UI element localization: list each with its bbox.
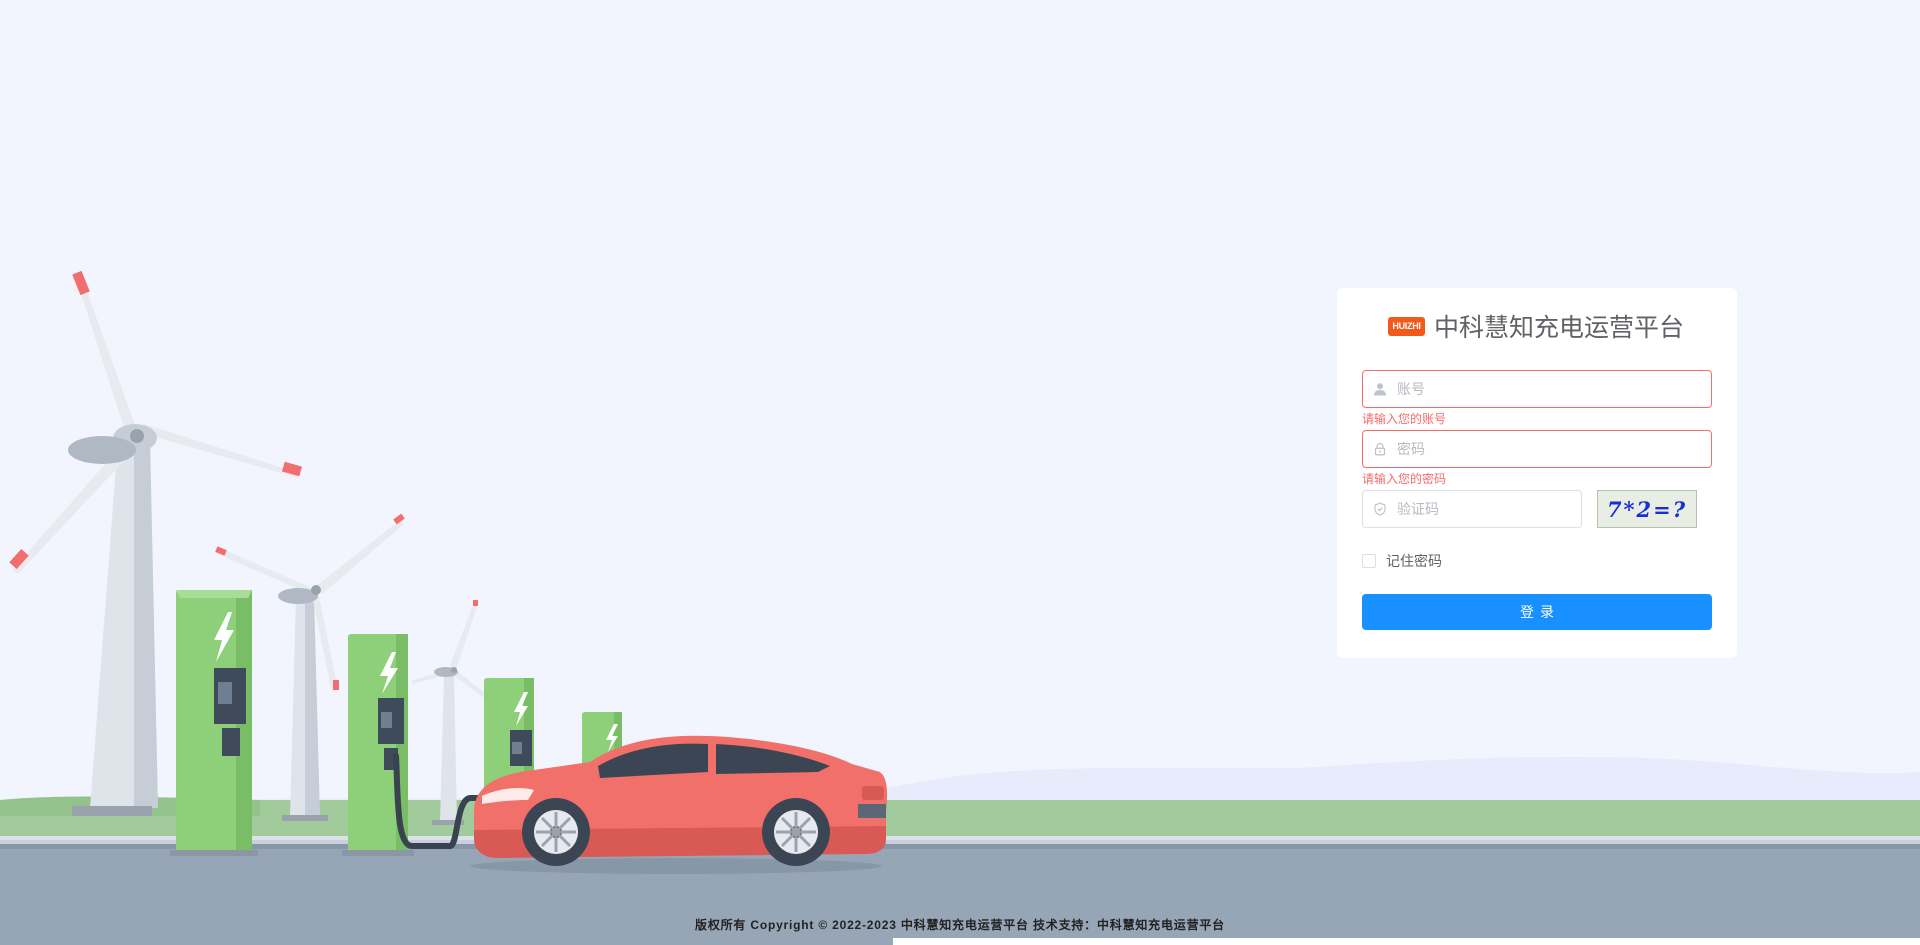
captcha-field[interactable] [1362,490,1582,528]
shield-icon [1363,491,1397,527]
account-field[interactable] [1362,370,1712,408]
password-input[interactable] [1397,432,1711,466]
remember-label: 记住密码 [1386,553,1442,569]
account-input[interactable] [1397,372,1711,406]
wind-turbine-large [9,270,303,816]
remember-checkbox[interactable] [1362,554,1376,568]
charging-station-1 [170,590,258,856]
captcha-image[interactable]: 7*2=? [1597,490,1697,528]
login-card: HUIZHI 中科慧知充电运营平台 请输入您的账号 请输入您的密码 7*2=? [1337,288,1737,658]
password-field[interactable] [1362,430,1712,468]
password-error: 请输入您的密码 [1362,472,1447,486]
copyright-footer: 版权所有 Copyright © 2022-2023 中科慧知充电运营平台 技术… [695,918,1225,932]
captcha-input[interactable] [1397,492,1581,526]
login-page: HUIZHI 中科慧知充电运营平台 请输入您的账号 请输入您的密码 7*2=? [0,0,1920,945]
brand-header: HUIZHI 中科慧知充电运营平台 [1388,308,1684,344]
page-title: 中科慧知充电运营平台 [1434,314,1685,342]
footer-strip [893,938,1920,945]
charging-station-2 [342,634,414,856]
lock-icon [1363,431,1397,467]
user-icon [1363,371,1397,407]
brand-logo: HUIZHI [1388,316,1425,336]
login-button[interactable]: 登录 [1362,594,1712,630]
remember-password[interactable]: 记住密码 [1362,551,1442,571]
account-error: 请输入您的账号 [1362,412,1447,426]
